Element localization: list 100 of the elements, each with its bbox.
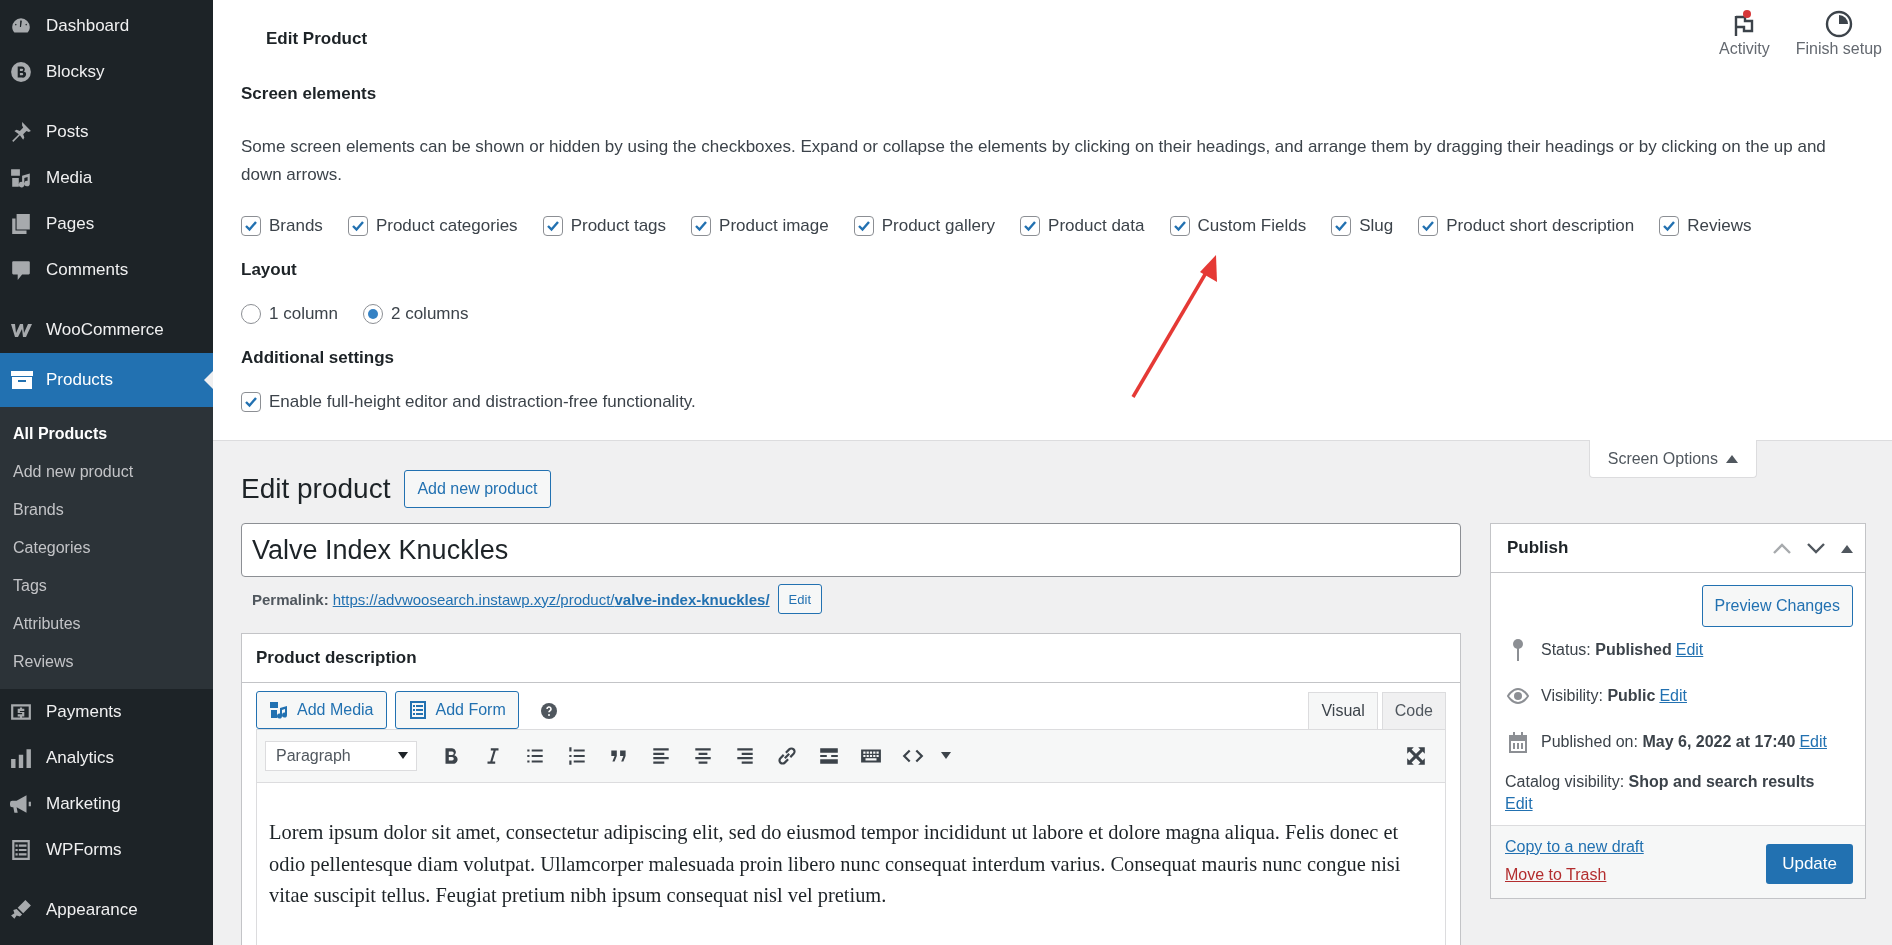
checkbox-label: Product categories [375, 216, 518, 236]
permalink-label: Permalink: [252, 590, 329, 608]
edit-link[interactable]: Edit [1505, 795, 1533, 812]
edit-link[interactable]: Edit [1675, 641, 1704, 659]
sidebar-item[interactable]: Media [0, 155, 213, 201]
checkbox-label: Product short description [1446, 216, 1635, 236]
link-icon[interactable] [776, 745, 798, 767]
megaphone-icon [10, 793, 32, 815]
checkbox[interactable] [1418, 216, 1439, 236]
sidebar-item[interactable]: WPForms [0, 827, 213, 873]
circle-b-icon [10, 61, 32, 83]
header-action[interactable]: Finish setup [1795, 10, 1882, 58]
dollar-icon [10, 701, 32, 723]
bar-chart-icon [10, 747, 32, 769]
checkbox-label: Product gallery [881, 216, 996, 236]
permalink-link[interactable]: https://advwoosearch.instawp.xyz/product/valve-index-knuckles/ [332, 590, 770, 608]
media-button[interactable]: Add Form [394, 691, 519, 729]
numbered-list-icon[interactable] [566, 745, 588, 767]
page-title: Edit Product [266, 29, 368, 49]
caret-up-icon [1726, 454, 1738, 463]
trash-link[interactable]: Move to Trash [1505, 866, 1644, 884]
add-new-button[interactable]: Add new product [404, 470, 551, 508]
media-icon [269, 700, 289, 720]
panel-title: Publish [1507, 538, 1569, 558]
panel-title: Product description [242, 634, 1460, 683]
align-right-icon[interactable] [734, 745, 756, 767]
sidebar-item[interactable]: Posts [0, 109, 213, 155]
brush-icon [10, 899, 32, 921]
caret-down-icon[interactable] [941, 752, 951, 760]
checkbox-label: Brands [269, 216, 323, 236]
w-logo-icon [10, 322, 34, 338]
title-field[interactable]: Valve Index Knuckles [241, 523, 1461, 577]
sidebar-item[interactable]: Dashboard [0, 3, 213, 49]
align-center-icon[interactable] [692, 745, 714, 767]
checkbox[interactable] [542, 216, 563, 236]
form-icon [407, 700, 428, 720]
screen-options-tab[interactable]: Screen Options [1588, 440, 1757, 478]
caret-up-icon[interactable] [1841, 543, 1853, 553]
sidebar-item[interactable]: Marketing [0, 781, 213, 827]
sidebar-item[interactable]: Payments [0, 689, 213, 735]
checkbox-label: Product image [719, 216, 829, 236]
radio-label: 2 columns [391, 304, 469, 324]
checkbox-label: Product data [1048, 216, 1145, 236]
checkbox-label: Custom Fields [1197, 216, 1307, 236]
fullscreen-icon[interactable] [1405, 745, 1427, 767]
checkbox[interactable] [1659, 216, 1680, 236]
chevron-down-icon[interactable] [1807, 542, 1825, 554]
archive-box-icon [10, 370, 34, 390]
sidebar-item[interactable]: Products [0, 353, 213, 407]
sidebar-item[interactable]: Pages [0, 201, 213, 247]
update-button[interactable]: Update [1766, 844, 1853, 884]
copy-draft-link[interactable]: Copy to a new draft [1505, 838, 1644, 856]
submenu-item[interactable]: Brands [0, 491, 213, 529]
editor-tab[interactable]: Code [1381, 692, 1446, 729]
speech-bubble-icon [10, 259, 32, 281]
submenu-item[interactable]: Reviews [0, 643, 213, 681]
caret-down-icon [398, 752, 408, 760]
submenu-item[interactable]: Add new product [0, 453, 213, 491]
sidebar-item[interactable]: Comments [0, 247, 213, 293]
media-icon [10, 167, 32, 189]
checkbox[interactable] [241, 216, 261, 236]
checkbox[interactable] [1169, 216, 1190, 236]
submenu-item[interactable]: Tags [0, 567, 213, 605]
submenu-item[interactable]: Categories [0, 529, 213, 567]
align-left-icon[interactable] [650, 745, 672, 767]
section-heading: Screen elements [241, 84, 378, 104]
sidebar-item[interactable]: Appearance [0, 887, 213, 933]
sidebar-item[interactable]: WooCommerce [0, 307, 213, 353]
checkbox-label: Reviews [1687, 216, 1752, 236]
publish-info: Published on: May 6, 2022 at 17:40 [1541, 733, 1796, 751]
edit-link[interactable]: Edit [1659, 687, 1687, 705]
header-action[interactable]: Activity [1719, 10, 1770, 58]
checkbox[interactable] [853, 216, 874, 236]
preview-button[interactable]: Preview Changes [1701, 585, 1853, 627]
form-icon [10, 839, 32, 861]
radio-label: 1 column [269, 304, 338, 324]
checkbox[interactable] [347, 216, 368, 236]
checkbox[interactable] [1331, 216, 1352, 236]
section-heading: Layout [241, 260, 298, 280]
checkbox-label: Enable full-height editor and distraction-free functionality. [269, 392, 696, 412]
editor-tab[interactable]: Visual [1308, 692, 1378, 729]
sidebar-item[interactable]: Blocksy [0, 49, 213, 95]
sidebar-item[interactable]: Analytics [0, 735, 213, 781]
help-text: Some screen elements can be shown or hidden by using the checkboxes. Expand or collapse the elements by clicking on their headings, and arrange them by dragging their headings or by clicking on the up and down arrows. [241, 136, 1827, 186]
eye-icon [1506, 688, 1530, 704]
checkbox[interactable] [241, 392, 261, 412]
help-icon[interactable] [540, 703, 557, 719]
page-heading: Edit product [241, 473, 391, 505]
publish-info: Status: Published [1541, 641, 1672, 659]
submenu-item[interactable]: Attributes [0, 605, 213, 643]
media-button[interactable]: Add Media [256, 691, 387, 729]
publish-info: Catalog visibility: Shop and search results [1505, 773, 1815, 790]
checkbox[interactable] [1020, 216, 1041, 236]
submenu-item[interactable]: All Products [0, 415, 213, 453]
checkbox[interactable] [691, 216, 712, 236]
editor-text[interactable]: Lorem ipsum dolor sit amet, consectetur adipiscing elit, sed do eiusmod tempor incididunt ut labore et dolore magna aliqua. Felis donec et odio pellentesque diam volutpat. Ullamcorper malesuada proin libero nunc consequat interdum varius. Consequat mauris nunc congue nisi vitae suscipit tellus. Feugiat pretium nibh ipsum consequat nisl vel pretium. [256, 783, 1446, 945]
format-dropdown[interactable]: Paragraph [265, 741, 417, 771]
edit-link[interactable]: Edit [1799, 733, 1827, 751]
edit-button[interactable]: Edit [777, 584, 822, 614]
read-more-icon[interactable] [818, 745, 840, 767]
